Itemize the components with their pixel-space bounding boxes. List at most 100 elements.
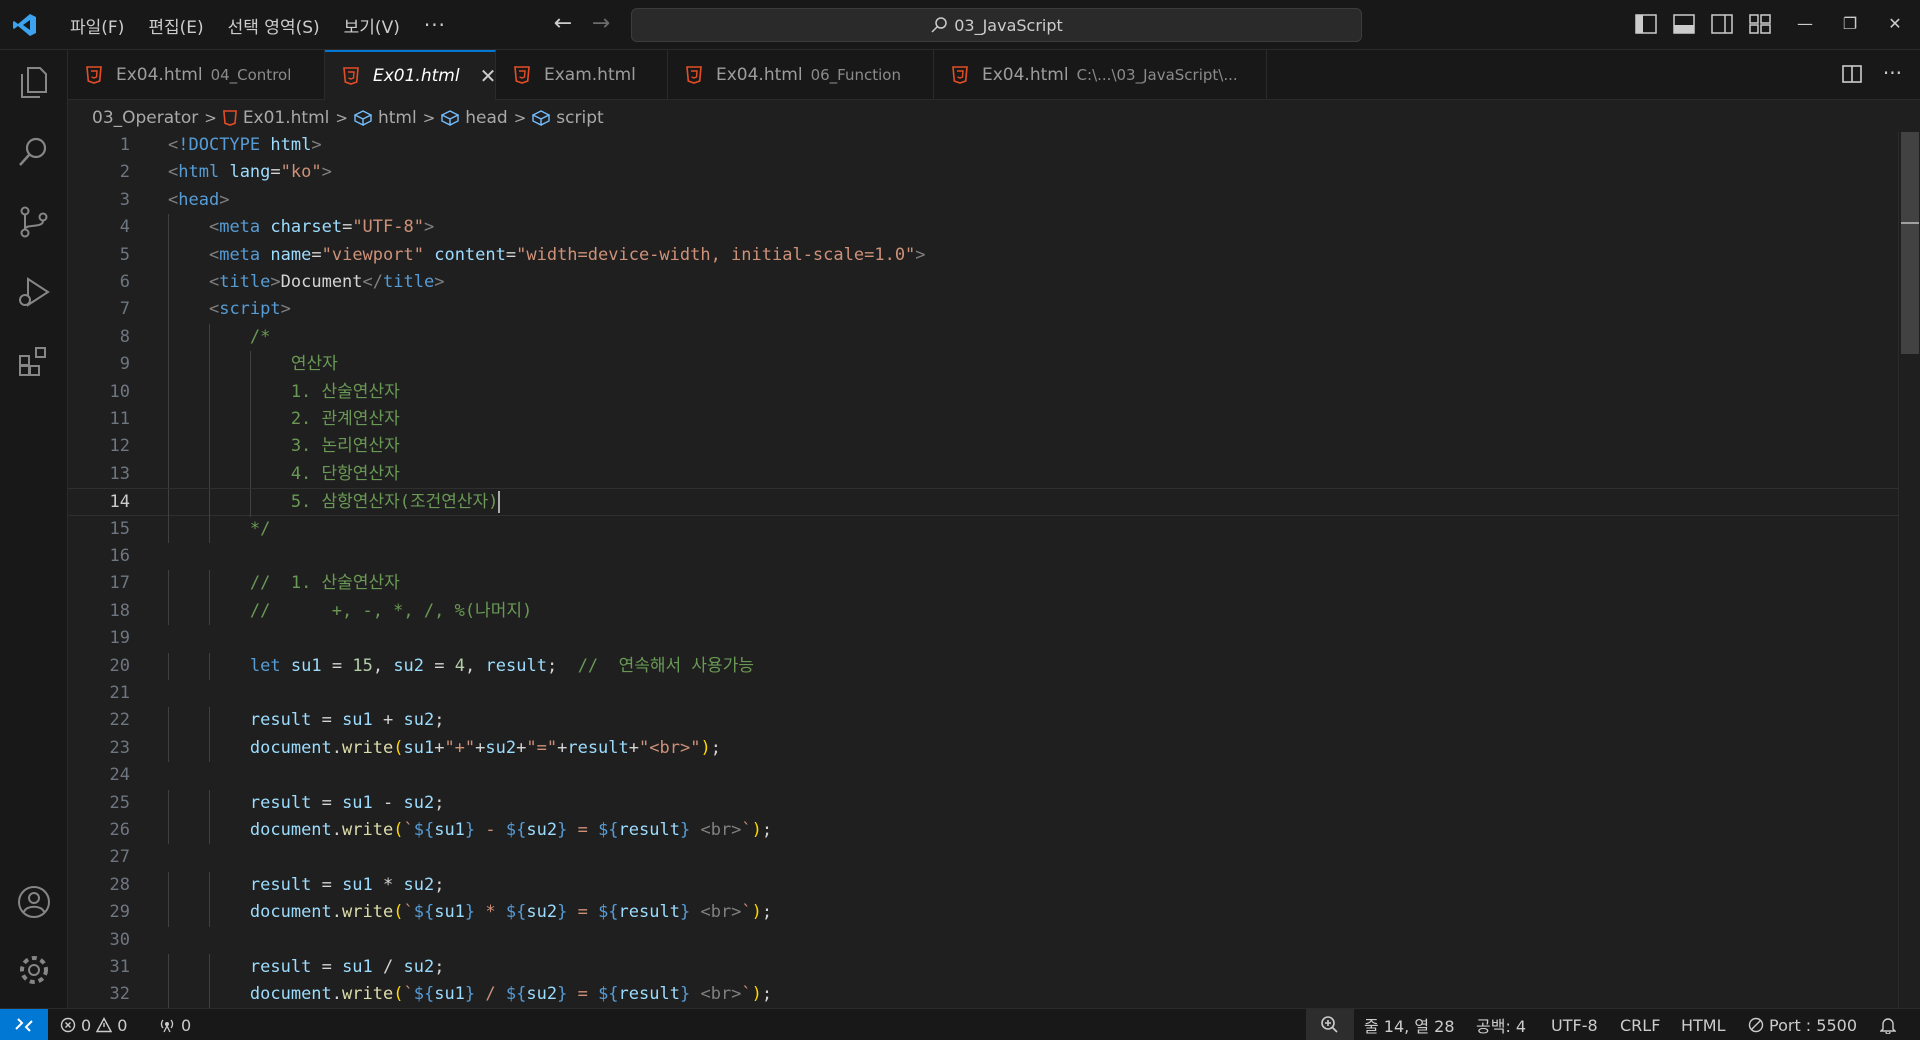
code-line[interactable]: 20 let su1 = 15, su2 = 4, result; // 연속해… bbox=[68, 652, 1898, 680]
error-icon bbox=[60, 1017, 76, 1033]
scrollbar-thumb[interactable] bbox=[1901, 132, 1919, 354]
code-line[interactable]: 21 bbox=[68, 680, 1898, 707]
chevron-right-icon: > bbox=[513, 109, 527, 127]
code-line[interactable]: 9 연산자 bbox=[68, 351, 1898, 379]
code-line[interactable]: 4 <meta charset="UTF-8"> bbox=[68, 214, 1898, 242]
code-line[interactable]: 7 <script> bbox=[68, 296, 1898, 324]
encoding[interactable]: UTF-8 bbox=[1551, 1009, 1598, 1040]
tab-label: Ex04.html bbox=[982, 65, 1069, 85]
code-text: result = su1 + su2; bbox=[249, 710, 445, 731]
toggle-panel-icon[interactable] bbox=[1672, 12, 1696, 36]
tab-description: 04_Control bbox=[210, 66, 292, 84]
restore-icon[interactable]: ❐ bbox=[1838, 12, 1862, 36]
breadcrumb-html-label: html bbox=[377, 108, 417, 128]
code-line[interactable]: 14 5. 삼항연산자(조건연산자) bbox=[68, 488, 1898, 517]
code-text: <script> bbox=[208, 299, 291, 320]
ports-indicator[interactable]: 0 bbox=[158, 1009, 191, 1040]
code-line[interactable]: 15 */ bbox=[68, 515, 1898, 543]
code-line[interactable]: 18 // +, -, *, /, %(나머지) bbox=[68, 597, 1898, 626]
code-line[interactable]: 30 bbox=[68, 927, 1898, 954]
search-view-icon[interactable] bbox=[16, 134, 52, 170]
menu-view[interactable]: 보기(V) bbox=[332, 13, 412, 38]
code-line[interactable]: 6 <title>Document</title> bbox=[68, 269, 1898, 297]
port-label: Port : 5500 bbox=[1769, 1015, 1857, 1035]
code-text: <html lang="ko"> bbox=[168, 162, 332, 183]
code-line[interactable]: 22 result = su1 + su2; bbox=[68, 707, 1898, 735]
close-window-icon[interactable]: ✕ bbox=[1883, 12, 1907, 36]
source-control-icon[interactable] bbox=[16, 204, 52, 240]
code-text: /* bbox=[168, 326, 271, 347]
extensions-icon[interactable] bbox=[16, 344, 52, 380]
cursor-position[interactable]: 줄 14, 열 28 bbox=[1364, 1009, 1455, 1040]
problems-indicator[interactable]: 0 0 bbox=[60, 1009, 127, 1040]
more-menu-icon[interactable]: ··· bbox=[412, 13, 458, 37]
live-server-port[interactable]: Port : 5500 bbox=[1748, 1009, 1857, 1040]
code-line[interactable]: 31 result = su1 / su2; bbox=[68, 954, 1898, 982]
menu-selection[interactable]: 선택 영역(S) bbox=[216, 13, 332, 38]
zoom-indicator[interactable] bbox=[1306, 1009, 1354, 1040]
code-line[interactable]: 8 /* bbox=[68, 323, 1898, 352]
code-line[interactable]: 29 document.write(`${su1} * ${su2} = ${r… bbox=[68, 899, 1898, 927]
breadcrumb-head-label: head bbox=[465, 108, 508, 128]
tab-ex04-javascript[interactable]: Ex04.html C:\...\03_JavaScript\... bbox=[934, 50, 1267, 100]
code-text: <title>Document</title> bbox=[208, 272, 445, 292]
remote-indicator[interactable] bbox=[0, 1009, 48, 1040]
indentation[interactable]: 공백: 4 bbox=[1476, 1009, 1526, 1040]
code-line[interactable]: 25 result = su1 - su2; bbox=[68, 789, 1898, 817]
code-line[interactable]: 28 result = su1 * su2; bbox=[68, 871, 1898, 900]
code-line[interactable]: 1 <!DOCTYPE html> bbox=[68, 132, 1898, 159]
code-line[interactable]: 3 <head> bbox=[68, 187, 1898, 214]
close-tab-icon[interactable]: ✕ bbox=[480, 64, 495, 88]
code-line[interactable]: 27 bbox=[68, 844, 1898, 871]
breadcrumb-script[interactable]: script bbox=[532, 108, 604, 128]
code-line[interactable]: 13 4. 단항연산자 bbox=[68, 460, 1898, 489]
run-debug-icon[interactable] bbox=[16, 274, 52, 310]
code-line[interactable]: 2 <html lang="ko"> bbox=[68, 159, 1898, 186]
menu-file[interactable]: 파일(F) bbox=[58, 13, 136, 38]
explorer-icon[interactable] bbox=[16, 64, 52, 100]
code-line[interactable]: 32 document.write(`${su1} / ${su2} = ${r… bbox=[68, 981, 1898, 1008]
code-line[interactable]: 12 3. 논리연산자 bbox=[68, 433, 1898, 461]
code-line[interactable]: 10 1. 산술연산자 bbox=[68, 378, 1898, 406]
customize-layout-icon[interactable] bbox=[1748, 12, 1772, 36]
breadcrumb-html[interactable]: html bbox=[353, 108, 417, 128]
breadcrumb-file[interactable]: Ex01.html bbox=[222, 108, 329, 128]
breadcrumb-head[interactable]: head bbox=[441, 108, 508, 128]
error-count: 0 bbox=[81, 1015, 92, 1035]
code-line[interactable]: 5 <meta name="viewport" content="width=d… bbox=[68, 241, 1898, 269]
code-line[interactable]: 17 // 1. 산술연산자 bbox=[68, 570, 1898, 598]
split-editor-icon[interactable] bbox=[1841, 63, 1863, 85]
line-number: 28 bbox=[109, 874, 130, 895]
tab-ex04-control[interactable]: Ex04.html 04_Control bbox=[68, 50, 325, 100]
menu-edit[interactable]: 편집(E) bbox=[136, 13, 215, 38]
code-line[interactable]: 16 bbox=[68, 543, 1898, 570]
more-actions-icon[interactable]: ··· bbox=[1883, 63, 1902, 85]
code-line[interactable]: 24 bbox=[68, 762, 1898, 789]
command-center-search[interactable]: 03_JavaScript bbox=[631, 8, 1362, 42]
code-editor[interactable]: 1 <!DOCTYPE html> 2 <html lang="ko"> 3 <head>… bbox=[68, 132, 1920, 1008]
back-arrow-icon[interactable]: ← bbox=[550, 11, 576, 37]
tab-ex01-active[interactable]: Ex01.html ✕ bbox=[325, 50, 496, 100]
code-line[interactable]: 23 document.write(su1+"+"+su2+"="+result… bbox=[68, 734, 1898, 763]
line-number: 17 bbox=[109, 573, 130, 594]
code-line[interactable]: 11 2. 관계연산자 bbox=[68, 406, 1898, 434]
breadcrumb-folder[interactable]: 03_Operator bbox=[92, 108, 198, 128]
minimize-icon[interactable]: — bbox=[1793, 12, 1817, 36]
code-text: <meta name="viewport" content="width=dev… bbox=[208, 244, 926, 265]
tab-description: C:\...\03_JavaScript\... bbox=[1076, 66, 1238, 84]
tab-exam[interactable]: Exam.html bbox=[496, 50, 668, 100]
editor-scrollbar[interactable] bbox=[1898, 132, 1920, 1008]
forward-arrow-icon[interactable]: → bbox=[588, 11, 614, 37]
language-mode[interactable]: HTML bbox=[1681, 1009, 1726, 1040]
toggle-primary-sidebar-icon[interactable] bbox=[1634, 12, 1658, 36]
tab-ex04-function[interactable]: Ex04.html 06_Function bbox=[668, 50, 934, 100]
code-text: result = su1 - su2; bbox=[249, 792, 445, 813]
code-line[interactable]: 26 document.write(`${su1} - ${su2} = ${r… bbox=[68, 817, 1898, 845]
toggle-secondary-sidebar-icon[interactable] bbox=[1710, 12, 1734, 36]
accounts-icon[interactable] bbox=[16, 884, 52, 920]
end-of-line[interactable]: CRLF bbox=[1620, 1009, 1660, 1040]
code-line[interactable]: 19 bbox=[68, 625, 1898, 652]
manage-gear-icon[interactable] bbox=[16, 952, 52, 988]
line-number: 27 bbox=[109, 847, 130, 868]
notifications-bell-icon[interactable] bbox=[1880, 1009, 1896, 1040]
